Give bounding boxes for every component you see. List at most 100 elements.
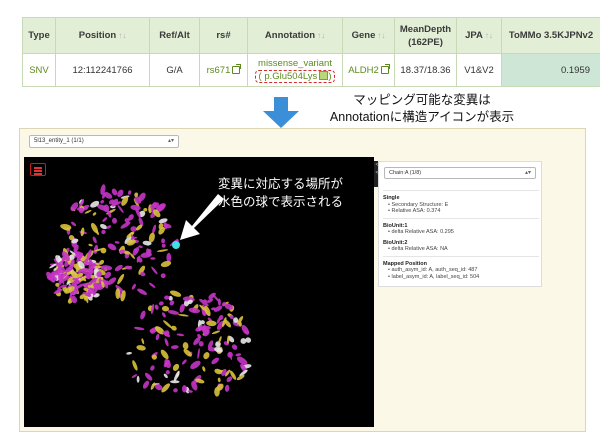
- protein-fragment: [114, 241, 120, 244]
- protein-fragment: [131, 374, 138, 378]
- protein-fragment: [100, 200, 105, 204]
- chain-select[interactable]: Chain:A (1/8) ▴▾: [384, 167, 536, 179]
- protein-fragment: [92, 236, 97, 244]
- protein-fragment: [231, 344, 238, 350]
- protein-fragment: [111, 188, 118, 196]
- protein-fragment: [144, 372, 153, 381]
- protein-fragment: [148, 282, 156, 288]
- protein-fragment: [126, 351, 132, 355]
- protein-fragment: [130, 226, 137, 232]
- screen: Type Position ↑↓ Ref/Alt rs# Annotation ↑↓…: [0, 0, 600, 443]
- protein-fragment: [161, 243, 166, 248]
- protein-fragment: [217, 377, 221, 383]
- protein-fragment: [137, 288, 148, 295]
- protein-fragment: [164, 338, 169, 347]
- protein-fragment: [131, 283, 136, 290]
- protein-fragment: [127, 190, 132, 195]
- pointer-arrow-icon: [180, 194, 224, 240]
- chain-info: Single Secondary Structure: E Relative A…: [383, 187, 539, 280]
- col-header-annotation[interactable]: Annotation ↑↓: [247, 17, 343, 54]
- cell-jpa: V1&V2: [456, 53, 502, 87]
- gene-link[interactable]: ALDH2: [348, 65, 379, 76]
- col-header-ref-alt[interactable]: Ref/Alt: [149, 17, 200, 54]
- protein-fragment: [235, 353, 242, 357]
- col-header-jpa[interactable]: JPA ↑↓: [456, 17, 502, 54]
- protein-fragment: [188, 307, 201, 314]
- protein-fragment: [171, 325, 177, 331]
- col-header-position[interactable]: Position ↑↓: [55, 17, 150, 54]
- protein-fragment: [154, 304, 159, 310]
- protein-fragment: [114, 264, 123, 272]
- protein-fragment: [169, 300, 175, 306]
- protein-fragment: [161, 238, 166, 244]
- col-header-mean-depth[interactable]: MeanDepth (162PE): [394, 17, 457, 54]
- col-header-gene[interactable]: Gene ↑↓: [342, 17, 395, 54]
- protein-fragment: [156, 249, 169, 252]
- variant-table: Type Position ↑↓ Ref/Alt rs# Annotation ↑↓…: [22, 17, 600, 87]
- protein-fragment: [150, 365, 155, 371]
- menu-button[interactable]: [30, 163, 46, 176]
- protein-fragment: [202, 366, 206, 372]
- protein-fragment: [71, 221, 77, 227]
- cell-type: SNV: [22, 53, 56, 87]
- protein-fragment: [173, 370, 180, 382]
- protein-fragment: [107, 243, 117, 251]
- external-link-icon[interactable]: [380, 63, 390, 74]
- col-header-tommo[interactable]: ToMMo 3.5KJPNv2: [501, 17, 600, 54]
- protein-fragment: [88, 243, 93, 247]
- protein-fragment: [217, 298, 221, 306]
- protein-fragment: [101, 229, 106, 235]
- cell-mean-depth: 18.37/18.36: [394, 53, 457, 87]
- protein-fragment: [151, 266, 158, 275]
- protein-fragment: [158, 301, 164, 306]
- protein-fragment: [224, 384, 230, 392]
- chain-info-box: Chain:A (1/8)▴▾ Single Secondary Structu…: [378, 161, 542, 287]
- annotation-consequence: missense_variant: [258, 57, 332, 69]
- protein-fragment: [100, 247, 107, 254]
- protein-fragment: [176, 333, 185, 337]
- protein-fragment: [158, 218, 168, 224]
- chevron-down-icon: ▴▾: [167, 138, 174, 144]
- structure-icon[interactable]: [319, 71, 329, 81]
- caption: マッピング可能な変異は Annotationに構造アイコンが表示: [329, 93, 515, 124]
- protein-fragment: [203, 352, 210, 360]
- protein-fragment: [100, 224, 108, 230]
- cell-gene: ALDH2: [342, 53, 395, 87]
- sort-icon[interactable]: ↑↓: [485, 31, 493, 40]
- sort-icon[interactable]: ↑↓: [377, 31, 385, 40]
- protein-fragment: [160, 273, 166, 279]
- structure-viewer-panel: 5l13_entity_1 (1/1) ▴▾ < < Chain:A (1/8) ▴…: [19, 128, 586, 432]
- protein-fragment: [190, 360, 201, 370]
- protein-fragment: [173, 388, 178, 393]
- col-header-type[interactable]: Type: [22, 17, 56, 54]
- protein-fragment: [182, 342, 189, 350]
- col-header-rs[interactable]: rs#: [199, 17, 248, 54]
- protein-change-link[interactable]: ( p.Glu504Lys: [259, 71, 318, 82]
- cell-ref-alt: G/A: [149, 53, 200, 87]
- external-link-icon[interactable]: [232, 63, 242, 74]
- annotation-highlight: ( p.Glu504Lys): [254, 69, 336, 83]
- protein-fragment: [136, 375, 140, 383]
- protein-fragment: [167, 310, 179, 315]
- protein-fragment: [164, 295, 170, 300]
- cell-position: 12:112241766: [55, 53, 150, 87]
- protein-fragment: [181, 359, 187, 365]
- protein-fragment: [162, 312, 166, 318]
- cell-annotation: missense_variant ( p.Glu504Lys): [247, 53, 343, 87]
- protein-fragment: [142, 380, 150, 389]
- protein-fragment: [117, 273, 125, 285]
- cell-tommo: 0.1959: [501, 53, 600, 87]
- protein-fragment: [111, 217, 118, 224]
- table-row: SNV 12:112241766 G/A rs671 missense_vari…: [22, 53, 600, 87]
- protein-fragment: [141, 338, 145, 345]
- protein-fragment: [140, 310, 146, 320]
- sort-icon[interactable]: ↑↓: [118, 31, 126, 40]
- entity-select[interactable]: 5l13_entity_1 (1/1) ▴▾: [29, 135, 179, 148]
- rs-link[interactable]: rs671: [207, 65, 231, 76]
- protein-fragment: [197, 348, 200, 360]
- protein-fragment: [132, 360, 138, 371]
- sort-icon[interactable]: ↑↓: [317, 31, 325, 40]
- protein-fragment: [92, 212, 97, 216]
- protein-fragment: [160, 349, 169, 360]
- table-header-row: Type Position ↑↓ Ref/Alt rs# Annotation ↑↓…: [22, 17, 600, 54]
